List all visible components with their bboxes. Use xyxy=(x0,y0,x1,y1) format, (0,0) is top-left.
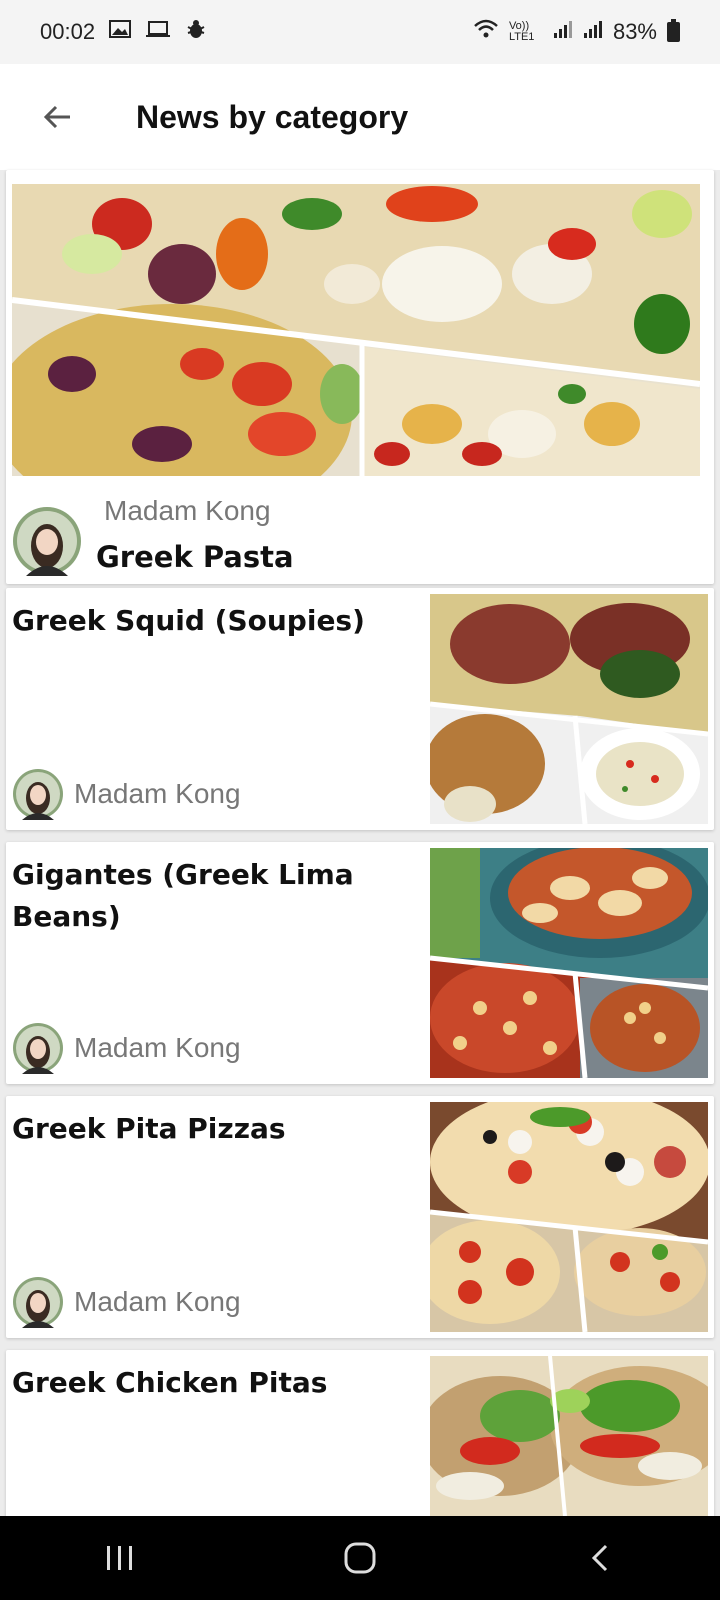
image-icon xyxy=(109,19,132,45)
featured-article-title[interactable]: Greek Pasta xyxy=(96,540,294,574)
featured-article-image xyxy=(12,184,700,476)
recent-apps-button[interactable] xyxy=(80,1528,160,1588)
article-card[interactable]: Greek Pita Pizzas Madam Kong xyxy=(6,1096,714,1338)
app-bar: News by category xyxy=(0,64,720,170)
home-icon xyxy=(344,1542,376,1574)
battery-icon xyxy=(667,19,680,42)
bug-icon xyxy=(185,18,207,46)
recent-apps-icon xyxy=(107,1546,132,1570)
back-button[interactable] xyxy=(28,87,88,147)
status-time: 00:02 xyxy=(40,19,96,44)
article-title[interactable]: Greek Pita Pizzas xyxy=(12,1108,392,1150)
system-back-button[interactable] xyxy=(560,1528,640,1588)
author-avatar[interactable] xyxy=(12,768,64,820)
article-title[interactable]: Greek Squid (Soupies) xyxy=(12,600,392,642)
home-button[interactable] xyxy=(320,1528,400,1588)
back-icon xyxy=(591,1544,608,1572)
status-right: Vo)) LTE1 83% xyxy=(473,19,680,45)
network-label: Vo)) LTE1 xyxy=(508,20,535,43)
article-card[interactable]: Greek Squid (Soupies) Madam Kong xyxy=(6,588,714,830)
laptop-icon xyxy=(145,19,171,45)
status-left: 00:02 xyxy=(40,18,207,46)
signal-roaming-icon xyxy=(583,19,603,45)
featured-author-name: Madam Kong xyxy=(104,495,271,526)
article-title[interactable]: Gigantes (Greek Lima Beans) xyxy=(12,854,392,938)
author-avatar[interactable] xyxy=(12,1276,64,1328)
featured-article-card[interactable]: Madam Kong Greek Pasta xyxy=(6,170,714,584)
article-title[interactable]: Greek Chicken Pitas xyxy=(12,1362,392,1404)
article-thumbnail xyxy=(430,848,708,1078)
page-title: News by category xyxy=(136,98,409,135)
author-avatar[interactable] xyxy=(12,506,82,576)
article-card[interactable]: Gigantes (Greek Lima Beans) Madam Kong xyxy=(6,842,714,1084)
article-thumbnail xyxy=(430,1102,708,1332)
author-name: Madam Kong xyxy=(74,1032,241,1063)
wifi-icon xyxy=(473,19,499,45)
status-bar: 00:02 Vo)) LTE1 83% xyxy=(0,0,720,64)
author-avatar[interactable] xyxy=(12,1022,64,1074)
arrow-left-icon xyxy=(43,105,70,129)
author-name: Madam Kong xyxy=(74,778,241,809)
signal-icon xyxy=(553,19,573,45)
author-name: Madam Kong xyxy=(74,1286,241,1317)
system-nav-bar xyxy=(0,1516,720,1600)
battery-percent: 83% xyxy=(612,19,657,44)
article-thumbnail xyxy=(430,594,708,824)
